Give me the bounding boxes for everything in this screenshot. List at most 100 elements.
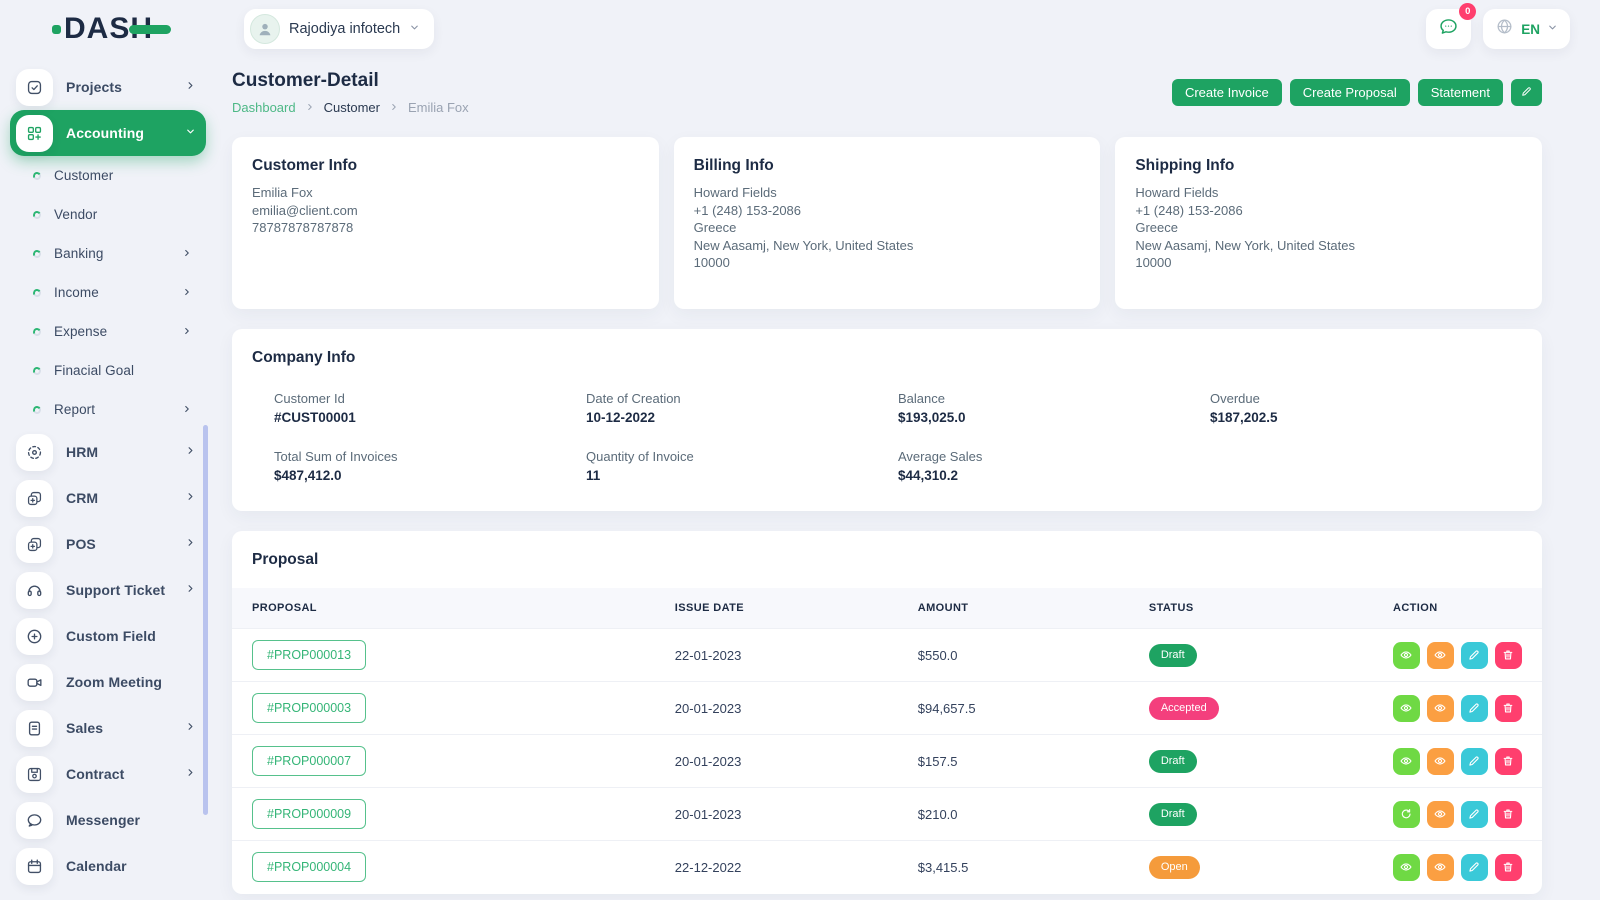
sidebar-item-pos[interactable]: POS bbox=[10, 521, 206, 567]
field-value: $44,310.2 bbox=[898, 468, 1210, 483]
brand-logo[interactable]: DASH bbox=[52, 14, 212, 44]
refresh-action-button[interactable] bbox=[1393, 801, 1420, 828]
info-line: Greece bbox=[1135, 219, 1522, 237]
field-label: Customer Id bbox=[274, 391, 586, 406]
info-line: New Aasamj, New York, United States bbox=[1135, 237, 1522, 255]
info-line: Emilia Fox bbox=[252, 184, 639, 202]
sidebar-item-label: Contract bbox=[66, 766, 172, 782]
sidebar-item-calendar[interactable]: Calendar bbox=[10, 843, 206, 889]
create-invoice-button[interactable]: Create Invoice bbox=[1172, 79, 1282, 106]
eye-action-button[interactable] bbox=[1427, 695, 1454, 722]
billing-info-card: Billing Info Howard Fields+1 (248) 153-2… bbox=[674, 137, 1101, 309]
sidebar-item-vendor[interactable]: Vendor bbox=[10, 195, 206, 234]
eye-action-button[interactable] bbox=[1393, 854, 1420, 881]
trash-action-button[interactable] bbox=[1495, 801, 1522, 828]
sidebar-item-income[interactable]: Income bbox=[10, 273, 206, 312]
eye-icon bbox=[1433, 807, 1447, 821]
eye-action-button[interactable] bbox=[1393, 642, 1420, 669]
sidebar-item-finacial-goal[interactable]: Finacial Goal bbox=[10, 351, 206, 390]
sidebar-item-contract[interactable]: Contract bbox=[10, 751, 206, 797]
edit-customer-button[interactable] bbox=[1511, 79, 1542, 106]
sidebar-item-label: Calendar bbox=[66, 858, 196, 874]
sidebar-item-support-ticket[interactable]: Support Ticket bbox=[10, 567, 206, 613]
company-field-quantity-of-invoice: Quantity of Invoice11 bbox=[586, 449, 898, 483]
pencil-action-button[interactable] bbox=[1461, 695, 1488, 722]
field-label: Balance bbox=[898, 391, 1210, 406]
info-line: 10000 bbox=[1135, 254, 1522, 272]
field-label: Overdue bbox=[1210, 391, 1522, 406]
chevron-right-icon bbox=[185, 581, 196, 599]
proposal-id-link[interactable]: #PROP000004 bbox=[252, 852, 366, 882]
trash-action-button[interactable] bbox=[1495, 748, 1522, 775]
breadcrumb-dashboard[interactable]: Dashboard bbox=[232, 100, 296, 115]
sidebar-item-messenger[interactable]: Messenger bbox=[10, 797, 206, 843]
sidebar-item-label: Finacial Goal bbox=[54, 363, 192, 378]
pencil-icon bbox=[1467, 807, 1481, 821]
card-title: Company Info bbox=[252, 349, 1522, 367]
sidebar-item-accounting[interactable]: Accounting bbox=[10, 110, 206, 156]
pencil-action-button[interactable] bbox=[1461, 642, 1488, 669]
info-line: 78787878787878 bbox=[252, 219, 639, 237]
statement-button[interactable]: Statement bbox=[1418, 79, 1503, 106]
customer-info-card: Customer Info Emilia Foxemilia@client.co… bbox=[232, 137, 659, 309]
chevron-right-icon bbox=[185, 719, 196, 737]
language-selector[interactable]: EN bbox=[1483, 9, 1570, 49]
sidebar-item-report[interactable]: Report bbox=[10, 390, 206, 429]
bullet-icon bbox=[32, 327, 42, 337]
sidebar-item-expense[interactable]: Expense bbox=[10, 312, 206, 351]
sidebar-item-projects[interactable]: Projects bbox=[10, 64, 206, 110]
file-icon bbox=[16, 710, 53, 747]
pencil-action-button[interactable] bbox=[1461, 748, 1488, 775]
trash-action-button[interactable] bbox=[1495, 854, 1522, 881]
trash-action-button[interactable] bbox=[1495, 642, 1522, 669]
sidebar-item-label: Custom Field bbox=[66, 628, 196, 644]
company-selector[interactable]: Rajodiya infotech bbox=[244, 9, 434, 49]
eye-action-button[interactable] bbox=[1427, 642, 1454, 669]
crm-icon bbox=[16, 480, 53, 517]
eye-action-button[interactable] bbox=[1393, 748, 1420, 775]
proposal-id-link[interactable]: #PROP000009 bbox=[252, 799, 366, 829]
sidebar-scrollbar[interactable] bbox=[203, 425, 208, 815]
eye-action-button[interactable] bbox=[1427, 854, 1454, 881]
globe-icon bbox=[1495, 17, 1514, 41]
messages-button[interactable]: 0 bbox=[1426, 9, 1471, 49]
trash-icon bbox=[1501, 648, 1515, 662]
sidebar-item-crm[interactable]: CRM bbox=[10, 475, 206, 521]
pencil-action-button[interactable] bbox=[1461, 801, 1488, 828]
bullet-icon bbox=[32, 366, 42, 376]
company-field-average-sales: Average Sales$44,310.2 bbox=[898, 449, 1210, 483]
proposal-id-link[interactable]: #PROP000013 bbox=[252, 640, 366, 670]
sidebar-item-banking[interactable]: Banking bbox=[10, 234, 206, 273]
sidebar-item-label: POS bbox=[66, 536, 172, 552]
pencil-action-button[interactable] bbox=[1461, 854, 1488, 881]
sidebar-item-zoom-meeting[interactable]: Zoom Meeting bbox=[10, 659, 206, 705]
info-line: emilia@client.com bbox=[252, 202, 639, 220]
proposal-id-link[interactable]: #PROP000007 bbox=[252, 746, 366, 776]
eye-icon bbox=[1399, 648, 1413, 662]
main-content: Customer-Detail Dashboard Customer Emili… bbox=[232, 70, 1542, 894]
sidebar-item-hrm[interactable]: HRM bbox=[10, 429, 206, 475]
sidebar-item-label: Support Ticket bbox=[66, 582, 172, 598]
bullet-icon bbox=[32, 405, 42, 415]
table-row: #PROP00000920-01-2023$210.0Draft bbox=[232, 788, 1542, 841]
page-actions: Create Invoice Create Proposal Statement bbox=[1172, 79, 1542, 106]
bullet-icon bbox=[32, 288, 42, 298]
sidebar-item-sales[interactable]: Sales bbox=[10, 705, 206, 751]
eye-action-button[interactable] bbox=[1393, 695, 1420, 722]
amount: $3,415.5 bbox=[898, 841, 1129, 894]
proposal-id-link[interactable]: #PROP000003 bbox=[252, 693, 366, 723]
proposal-card: Proposal PROPOSALISSUE DATEAMOUNTSTATUSA… bbox=[232, 531, 1542, 894]
sidebar-item-label: Report bbox=[54, 402, 169, 417]
info-line: Greece bbox=[694, 219, 1081, 237]
eye-action-button[interactable] bbox=[1427, 748, 1454, 775]
field-value: $193,025.0 bbox=[898, 410, 1210, 425]
eye-action-button[interactable] bbox=[1427, 801, 1454, 828]
field-value: 10-12-2022 bbox=[586, 410, 898, 425]
circle-plus-icon bbox=[16, 618, 53, 655]
info-line: New Aasamj, New York, United States bbox=[694, 237, 1081, 255]
breadcrumb-customer[interactable]: Customer bbox=[324, 100, 380, 115]
sidebar-item-customer[interactable]: Customer bbox=[10, 156, 206, 195]
sidebar-item-custom-field[interactable]: Custom Field bbox=[10, 613, 206, 659]
create-proposal-button[interactable]: Create Proposal bbox=[1290, 79, 1410, 106]
trash-action-button[interactable] bbox=[1495, 695, 1522, 722]
